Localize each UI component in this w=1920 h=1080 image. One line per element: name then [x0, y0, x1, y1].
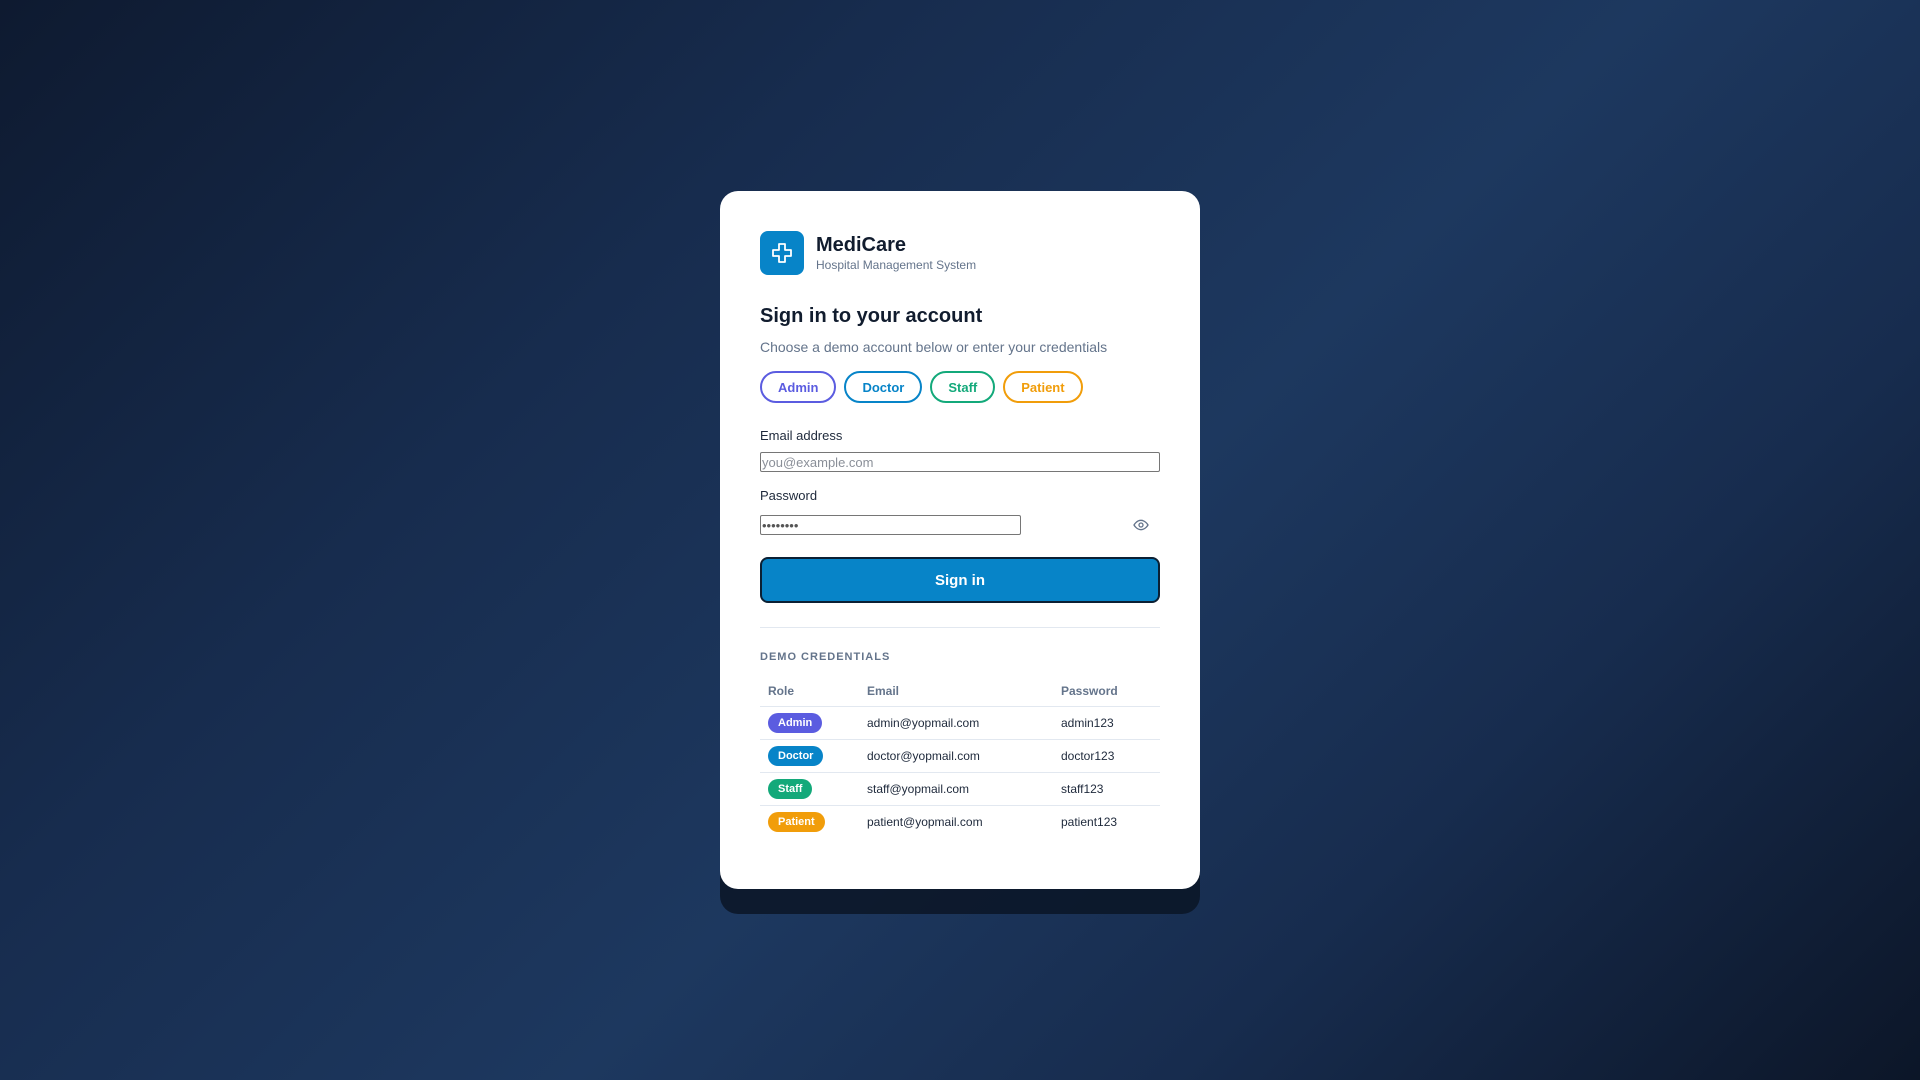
role-badge: Admin: [768, 713, 823, 733]
brand-logo: [760, 231, 804, 275]
cell-email: admin@yopmail.com: [859, 706, 1053, 740]
cell-email: doctor@yopmail.com: [859, 739, 1053, 773]
sign-in-button[interactable]: Sign in: [760, 557, 1160, 603]
page-title: Sign in to your account: [760, 305, 983, 327]
cell-email: patient@yopmail.com: [867, 815, 983, 829]
table-row: Staff staff@yopmail.com staff123: [760, 772, 1160, 806]
role-badge: Staff: [768, 779, 813, 799]
medical-cross-icon: [772, 243, 792, 263]
column-header-password: Password: [1053, 676, 1160, 707]
divider: [760, 627, 1160, 628]
role-selector: Admin Doctor Staff Patient: [760, 371, 1160, 403]
table-header-row: Role Email Password: [760, 676, 1160, 707]
password-row: [760, 514, 1160, 536]
brand-name: MediCare: [816, 234, 907, 256]
demo-credentials-title: DEMO CREDENTIALS: [760, 651, 891, 663]
password-label: Password: [760, 488, 818, 503]
login-card: MediCare Hospital Management System Sign…: [720, 191, 1200, 889]
brand-header: MediCare Hospital Management System: [760, 231, 1160, 275]
email-label: Email address: [760, 428, 843, 443]
role-pill-admin[interactable]: Admin: [760, 371, 837, 403]
demo-credentials-table: Role Email Password Admin admin@yopmail.…: [760, 676, 1160, 838]
cell-password: patient123: [1061, 815, 1118, 829]
table-row: Doctor doctor@yopmail.com doctor123: [760, 739, 1160, 773]
table-row: Admin admin@yopmail.com admin123: [760, 706, 1160, 740]
table-row: Patient patient@yopmail.com patient123: [760, 806, 1160, 839]
cell-password: staff123: [1053, 772, 1160, 806]
brand-subtitle: Hospital Management System: [816, 258, 977, 272]
cell-email: staff@yopmail.com: [859, 772, 1053, 806]
password-field[interactable]: [760, 515, 1021, 535]
column-header-role: Role: [760, 676, 859, 707]
eye-icon: [1133, 519, 1149, 531]
role-badge: Doctor: [768, 746, 824, 766]
role-pill-staff[interactable]: Staff: [930, 371, 996, 403]
column-header-email: Email: [859, 676, 1053, 707]
cell-password: doctor123: [1053, 739, 1160, 773]
role-pill-doctor[interactable]: Doctor: [844, 371, 923, 403]
page-subtitle: Choose a demo account below or enter you…: [760, 339, 1108, 355]
email-field[interactable]: [760, 452, 1160, 472]
role-badge: Patient: [768, 812, 825, 832]
role-pill-patient[interactable]: Patient: [1003, 371, 1083, 403]
cell-password: admin123: [1053, 706, 1160, 740]
toggle-password-visibility-button[interactable]: [1132, 516, 1150, 534]
